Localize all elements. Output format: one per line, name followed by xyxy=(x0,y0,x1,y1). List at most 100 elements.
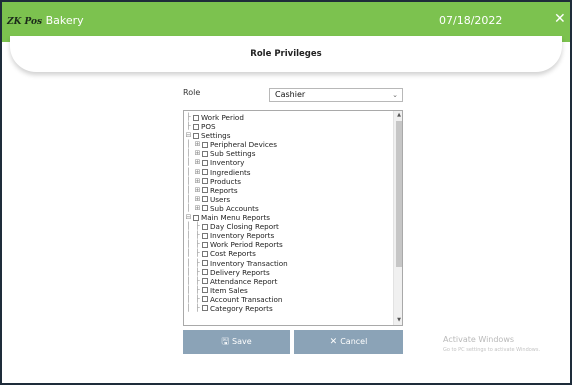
scroll-up-arrow-icon[interactable]: ▲ xyxy=(394,111,402,120)
privilege-checkbox[interactable] xyxy=(202,205,208,212)
tree-node[interactable]: │ ├ Day Closing Report xyxy=(184,222,392,231)
tree-node[interactable]: │ ├ Item Sales xyxy=(184,286,392,295)
privilege-checkbox[interactable] xyxy=(202,269,208,276)
expand-plus-icon[interactable]: ⊞ xyxy=(193,204,202,213)
privilege-checkbox[interactable] xyxy=(193,132,199,139)
tree-node-label: Work Period Reports xyxy=(210,240,283,250)
tree-node[interactable]: │ ⊞ Ingredients xyxy=(184,168,392,177)
privilege-checkbox[interactable] xyxy=(202,159,208,166)
tree-guide-line: │ xyxy=(186,249,191,258)
tree-node-label: Main Menu Reports xyxy=(201,213,271,223)
tree-node-label: Category Reports xyxy=(210,303,273,313)
expand-plus-icon[interactable]: ⊞ xyxy=(193,149,202,158)
scroll-thumb[interactable] xyxy=(396,121,402,267)
privilege-checkbox[interactable] xyxy=(202,223,208,230)
tree-guide-line: │ xyxy=(186,203,191,212)
privilege-checkbox[interactable] xyxy=(202,178,208,185)
tree-guide-line: ├ xyxy=(195,258,200,267)
tree-guide-line: ├ xyxy=(195,249,200,258)
cancel-button-label: Cancel xyxy=(340,337,368,346)
tree-guide-line: │ xyxy=(186,231,191,240)
tree-node[interactable]: ├ Work Period xyxy=(184,113,392,122)
tree-guide-line: ├ xyxy=(195,285,200,294)
privilege-checkbox[interactable] xyxy=(202,287,208,294)
tree-node-label: Users xyxy=(210,194,231,204)
tree-node[interactable]: │ ├ Delivery Reports xyxy=(184,268,392,277)
tree-node-label: Products xyxy=(210,176,242,186)
tree-node-label: Day Closing Report xyxy=(210,222,279,232)
tree-node-label: Attendance Report xyxy=(210,276,278,286)
activate-windows-subtitle: Go to PC settings to activate Windows. xyxy=(443,347,541,353)
expand-plus-icon[interactable]: ⊞ xyxy=(193,186,202,195)
tree-guide-line: │ xyxy=(186,258,191,267)
privilege-checkbox[interactable] xyxy=(193,214,199,221)
tree-node[interactable]: │ ├ Inventory Reports xyxy=(184,231,392,240)
tree-node-label: Ingredients xyxy=(210,167,251,177)
privilege-checkbox[interactable] xyxy=(202,232,208,239)
expand-plus-icon[interactable]: ⊞ xyxy=(193,140,202,149)
tree-guide-line: │ xyxy=(186,194,191,203)
role-label: Role xyxy=(183,88,201,97)
tree-guide-line: │ xyxy=(186,158,191,167)
expand-plus-icon[interactable]: ⊞ xyxy=(193,195,202,204)
tree-scrollbar[interactable]: ▲ ▼ xyxy=(393,111,402,325)
tree-node[interactable]: │ ├ Category Reports xyxy=(184,304,392,313)
role-dropdown[interactable]: Cashier ⌄ xyxy=(269,88,403,102)
tree-node[interactable]: ⊟ Settings xyxy=(184,131,392,140)
scroll-down-arrow-icon[interactable]: ▼ xyxy=(394,316,402,325)
privilege-checkbox[interactable] xyxy=(202,260,208,266)
tree-node-label: Item Sales xyxy=(210,285,248,295)
privilege-checkbox[interactable] xyxy=(193,123,199,130)
privileges-tree-list: ├ Work Period ├ POS ⊟ Settings │ ⊞ Peripheral De… xyxy=(184,113,392,313)
privilege-checkbox[interactable] xyxy=(202,150,208,157)
tree-guide-line: │ xyxy=(186,176,191,185)
privilege-checkbox[interactable] xyxy=(202,187,208,194)
privilege-checkbox[interactable] xyxy=(193,114,199,121)
tree-node[interactable]: │ ├ Attendance Report xyxy=(184,277,392,286)
tree-guide-line: ⊟ xyxy=(185,131,192,140)
tree-node[interactable]: │ ├ Cost Reports xyxy=(184,249,392,258)
save-button-label: Save xyxy=(232,337,252,346)
tree-guide-line: ⊟ xyxy=(185,213,192,222)
save-button[interactable]: 🖫 Save xyxy=(183,330,290,354)
tree-node[interactable]: │ ├ Account Transaction xyxy=(184,295,392,304)
tree-node[interactable]: │ ⊞ Users xyxy=(184,195,392,204)
tree-guide-line: ├ xyxy=(195,294,200,303)
close-icon[interactable]: ✕ xyxy=(554,11,568,27)
tree-node[interactable]: │ ⊞ Inventory xyxy=(184,158,392,167)
privilege-checkbox[interactable] xyxy=(202,278,208,285)
privilege-checkbox[interactable] xyxy=(202,296,208,303)
brand-logo: ZK Pos xyxy=(7,17,43,27)
tree-node-label: Cost Reports xyxy=(210,249,256,259)
tree-node[interactable]: ⊟ Main Menu Reports xyxy=(184,213,392,222)
privilege-checkbox[interactable] xyxy=(202,250,208,257)
tree-node[interactable]: │ ⊞ Products xyxy=(184,177,392,186)
tree-node-label: Peripheral Devices xyxy=(210,140,277,150)
tree-guide-line: ├ xyxy=(195,276,200,285)
tree-guide-line: ├ xyxy=(186,122,191,131)
cancel-button[interactable]: ✕ Cancel xyxy=(294,330,403,354)
tree-node[interactable]: │ ⊞ Sub Accounts xyxy=(184,204,392,213)
tree-guide-line: │ xyxy=(186,285,191,294)
chevron-down-icon: ⌄ xyxy=(392,91,398,99)
privilege-checkbox[interactable] xyxy=(202,196,208,203)
tree-guide-line: ├ xyxy=(195,231,200,240)
privilege-checkbox[interactable] xyxy=(202,169,208,176)
privilege-checkbox[interactable] xyxy=(202,241,208,248)
privilege-checkbox[interactable] xyxy=(202,305,208,312)
privileges-tree[interactable]: ├ Work Period ├ POS ⊟ Settings │ ⊞ Peripheral De… xyxy=(183,110,403,326)
expand-plus-icon[interactable]: ⊞ xyxy=(193,168,202,177)
expand-plus-icon[interactable]: ⊞ xyxy=(193,158,202,167)
tree-guide-line: │ xyxy=(186,276,191,285)
tree-node[interactable]: │ ⊞ Reports xyxy=(184,186,392,195)
app-title: ZK Pos Bakery xyxy=(7,14,84,27)
tree-node[interactable]: ├ POS xyxy=(184,122,392,131)
tree-guide-line: │ xyxy=(186,303,191,312)
tree-node[interactable]: │ ⊞ Peripheral Devices xyxy=(184,140,392,149)
tree-guide-line: │ xyxy=(186,167,191,176)
privilege-checkbox[interactable] xyxy=(202,141,208,148)
tree-node-label: Work Period xyxy=(201,113,244,122)
tree-node[interactable]: │ ├ Inventory Transaction xyxy=(184,259,392,268)
expand-plus-icon[interactable]: ⊞ xyxy=(193,177,202,186)
tree-guide-line: │ xyxy=(186,267,191,276)
